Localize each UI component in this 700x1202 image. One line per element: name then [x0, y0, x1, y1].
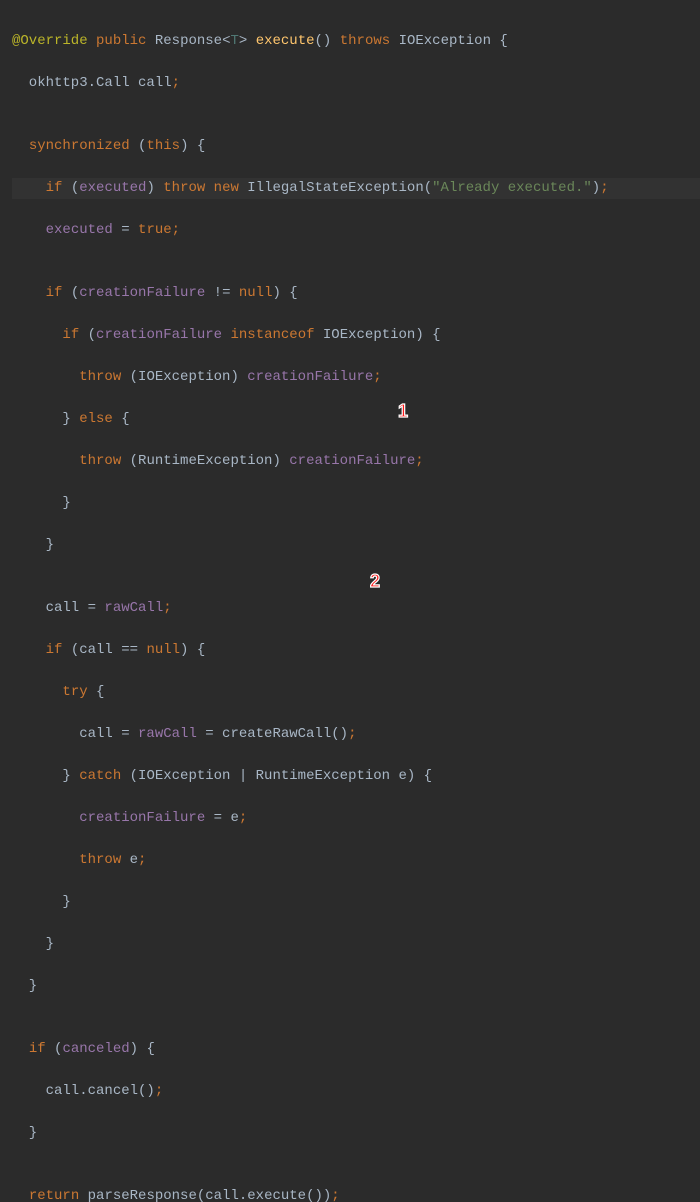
- code-line: }: [12, 535, 700, 556]
- code-line: creationFailure = e;: [12, 808, 700, 829]
- code-line: throw (IOException) creationFailure;: [12, 367, 700, 388]
- code-line: }: [12, 1123, 700, 1144]
- code-line: return parseResponse(call.execute());: [12, 1186, 700, 1202]
- code-line: call = rawCall = createRawCall();: [12, 724, 700, 745]
- code-line: if (call == null) {: [12, 640, 700, 661]
- code-line: @Override public Response<T> execute() t…: [12, 31, 700, 52]
- code-line: try {: [12, 682, 700, 703]
- code-line: } else {: [12, 409, 700, 430]
- code-line: synchronized (this) {: [12, 136, 700, 157]
- code-line: } catch (IOException | RuntimeException …: [12, 766, 700, 787]
- code-line: throw e;: [12, 850, 700, 871]
- code-line: }: [12, 493, 700, 514]
- code-line: }: [12, 976, 700, 997]
- code-line: }: [12, 892, 700, 913]
- code-line: if (creationFailure != null) {: [12, 283, 700, 304]
- code-line: call = rawCall;: [12, 598, 700, 619]
- code-line: }: [12, 934, 700, 955]
- code-line: executed = true;: [12, 220, 700, 241]
- code-editor: @Override public Response<T> execute() t…: [0, 0, 700, 1202]
- code-line: if (canceled) {: [12, 1039, 700, 1060]
- code-line: if (creationFailure instanceof IOExcepti…: [12, 325, 700, 346]
- code-line: call.cancel();: [12, 1081, 700, 1102]
- code-line-highlighted: if (executed) throw new IllegalStateExce…: [12, 178, 700, 199]
- code-line: okhttp3.Call call;: [12, 73, 700, 94]
- code-line: throw (RuntimeException) creationFailure…: [12, 451, 700, 472]
